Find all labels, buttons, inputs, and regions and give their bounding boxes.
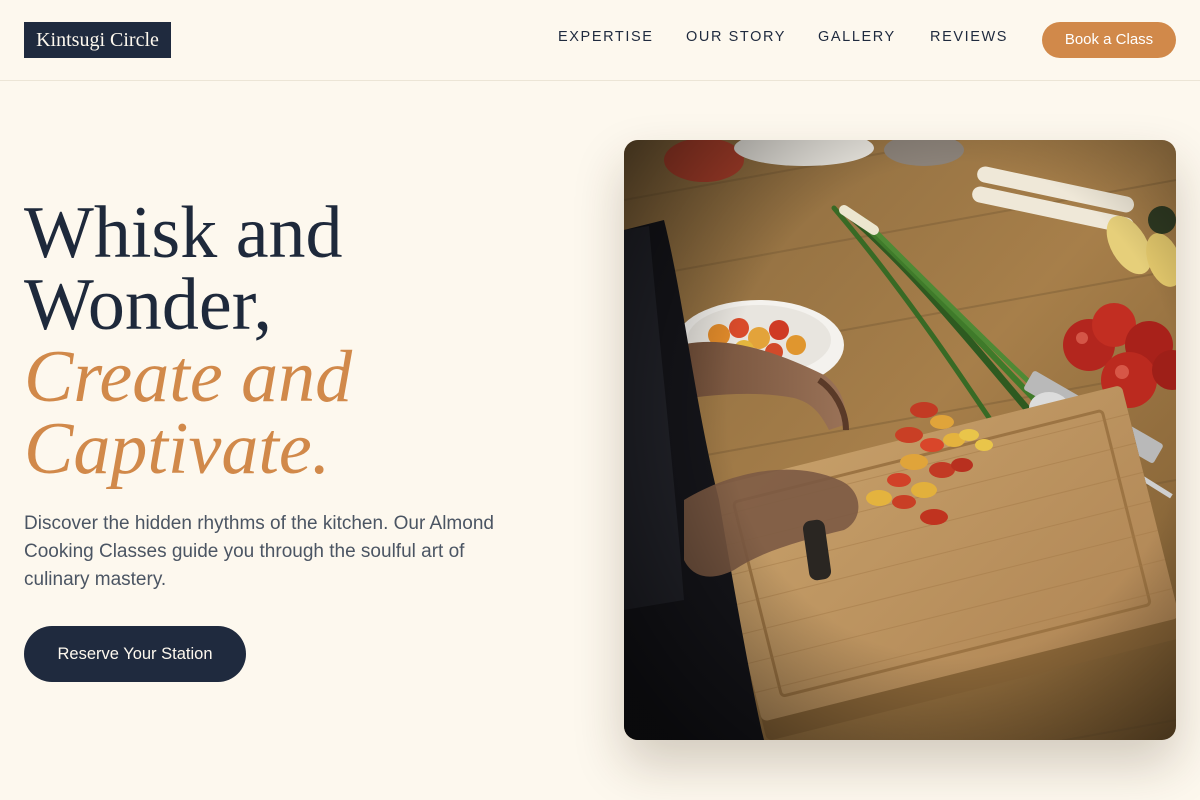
site-header: Kintsugi Circle EXPERTISE OUR STORY GALL… xyxy=(0,0,1200,81)
hero-image xyxy=(624,140,1176,740)
headline-line-1: Whisk and xyxy=(24,192,343,274)
reserve-station-button[interactable]: Reserve Your Station xyxy=(24,626,246,682)
nav-link-our-story[interactable]: OUR STORY xyxy=(686,29,786,45)
hero-description: Discover the hidden rhythms of the kitch… xyxy=(24,513,494,590)
hero-headline: Whisk and Wonder, Create and Captivate. xyxy=(24,192,544,490)
headline-accent-line-2: Captivate. xyxy=(24,408,331,490)
headline-accent-line-1: Create and xyxy=(24,336,353,418)
brand-logo[interactable]: Kintsugi Circle xyxy=(24,22,171,58)
book-class-button[interactable]: Book a Class xyxy=(1042,22,1176,58)
cooking-photo-illustration xyxy=(624,140,1176,740)
nav-link-reviews[interactable]: REVIEWS xyxy=(930,29,1008,45)
headline-line-2: Wonder, xyxy=(24,264,272,346)
nav-link-expertise[interactable]: EXPERTISE xyxy=(558,29,654,45)
nav-link-gallery[interactable]: GALLERY xyxy=(818,29,896,45)
